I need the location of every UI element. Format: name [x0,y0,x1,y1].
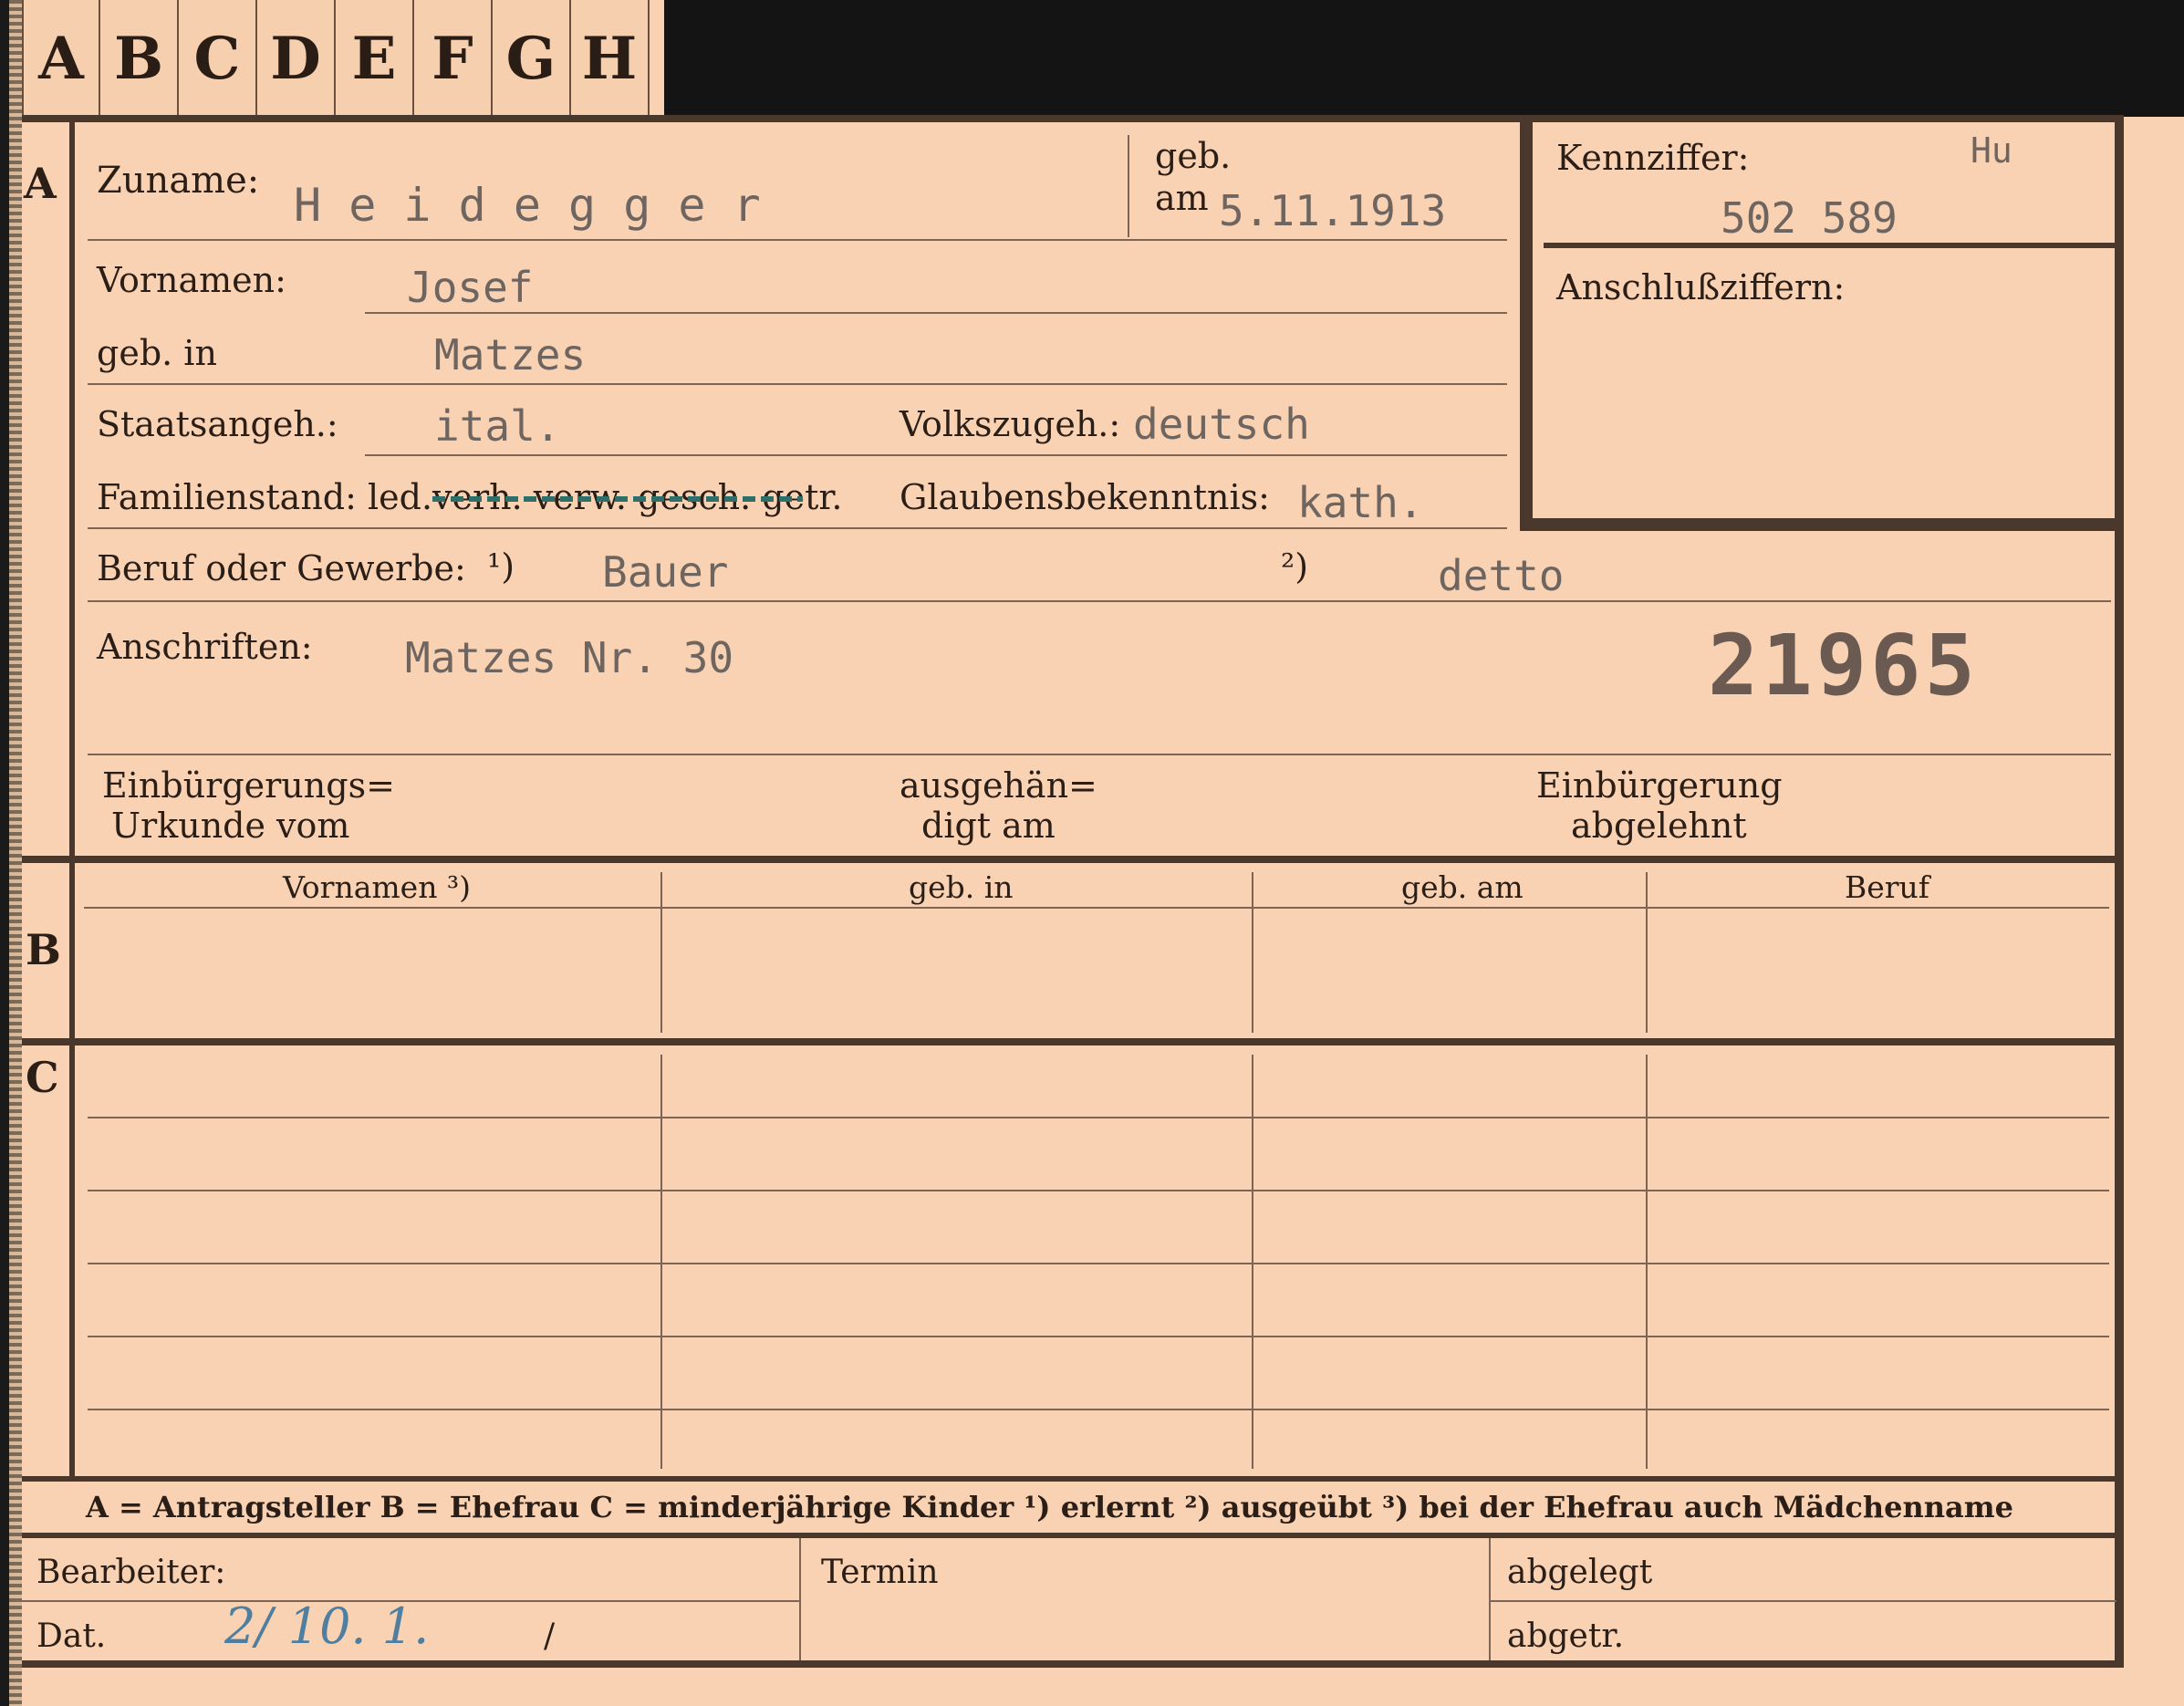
kennziffer-box-bottom [1520,518,2118,531]
dat-slash: / [544,1618,556,1655]
line-familienstand [88,527,1507,529]
volkszugeh-label: Volkszugeh.: [900,404,1121,444]
line-vornamen [365,312,1507,314]
dat-label: Dat. [36,1618,107,1655]
anschriften-label: Anschriften: [97,627,313,667]
row-line-c1 [88,1117,2109,1118]
termin-label: Termin [821,1554,939,1591]
am-label: am [1155,178,1209,218]
section-c-bottom [22,1476,2120,1482]
zuname-label: Zuname: [97,160,260,202]
abgelegt-label: abgelegt [1507,1554,1653,1591]
glaubens-label: Glaubensbekenntnis: [900,477,1270,517]
beruf-mark-2: ²) [1281,546,1309,587]
beruf-value-1[interactable]: Bauer [602,551,728,593]
staatsangeh-label: Staatsangeh.: [97,404,338,444]
section-b-marker: B [26,925,61,974]
col-divider-b3 [1646,872,1648,1033]
vornamen-value[interactable]: Josef [407,266,533,308]
frame-bottom [22,1660,2124,1668]
section-a-bottom [22,856,2120,863]
section-a-marker: A [24,159,57,208]
footer-row-line-right [1491,1600,2116,1602]
stamp-number: 21965 [1708,617,1979,714]
tab-h[interactable]: H [571,0,650,117]
row-line-c4 [88,1336,2109,1337]
left-binding-edge [9,0,22,1706]
geb-in-value[interactable]: Matzes [434,334,586,376]
einb-urkunde-line2: Urkunde vom [111,806,350,846]
familienstand-strikeout [432,496,803,502]
abgetr-label: abgetr. [1507,1618,1625,1655]
section-b-bottom [22,1038,2120,1045]
zuname-value[interactable]: H e i d e g g e r [294,182,761,228]
header-geb-in: geb. in [909,869,1014,905]
kennziffer-box-divider [1544,243,2115,248]
staatsangeh-value[interactable]: ital. [434,405,560,447]
ausgehaendigt-line1: ausgehän= [900,765,1097,806]
header-geb-am: geb. am [1401,869,1524,905]
einb-urkunde-line1: Einbürgerungs= [102,765,395,806]
tab-g[interactable]: G [493,0,571,117]
ausgehaendigt-line2: digt am [921,806,1056,846]
kennziffer-box-left [1520,122,1533,531]
header-underline [84,907,2109,909]
beruf-label: Beruf oder Gewerbe: [97,548,466,588]
tab-c[interactable]: C [179,0,257,117]
tab-f[interactable]: F [414,0,493,117]
beruf-mark-1: ¹) [487,546,515,587]
frame-top [22,115,2120,122]
volkszugeh-value[interactable]: deutsch [1133,403,1310,445]
line-staatsangeh [365,454,1507,456]
legend-bottom [22,1533,2120,1538]
footer-divider-2 [1489,1538,1491,1660]
row-line-c5 [88,1409,2109,1410]
section-b-left-line [69,863,75,1038]
line-beruf [88,600,2111,602]
geb-label: geb. [1155,136,1232,176]
line-geb-in [88,383,1507,385]
col-divider-b2 [1252,872,1253,1033]
kennziffer-value[interactable]: 502 589 [1721,197,1898,239]
line-anschriften [88,754,2111,755]
footer-divider-1 [799,1538,801,1660]
top-dark-band [664,0,2184,117]
vornamen-label: Vornamen: [97,260,286,300]
einb-abgelehnt-line2: abgelehnt [1571,806,1747,846]
letter-tabs: A B C D E F G H [22,0,650,117]
glaubens-value[interactable]: kath. [1297,482,1423,524]
anschriften-value[interactable]: Matzes Nr. 30 [405,637,733,679]
einb-abgelehnt-line1: Einbürgerung [1536,765,1783,806]
kennziffer-note: Hu [1971,130,2012,171]
row-line-c2 [88,1190,2109,1191]
familienstand-label: Familienstand: led. [97,477,433,517]
tab-b[interactable]: B [100,0,179,117]
dat-handwritten-value[interactable]: 2/ 10. 1. [224,1602,429,1651]
beruf-value-2[interactable]: detto [1438,555,1564,597]
frame-right [2115,115,2124,1666]
header-vornamen: Vornamen ³) [283,869,472,905]
section-c-left-line [69,1045,75,1472]
header-beruf: Beruf [1845,869,1930,905]
tab-d[interactable]: D [257,0,336,117]
tab-e[interactable]: E [336,0,414,117]
row-line-c3 [88,1263,2109,1264]
index-card [9,0,2184,1706]
geb-in-label: geb. in [97,333,217,373]
bearbeiter-label: Bearbeiter: [36,1554,226,1591]
zuname-divider [1128,135,1129,237]
geb-am-value[interactable]: 5.11.1913 [1219,190,1446,232]
anschluss-label: Anschlußziffern: [1556,267,1846,307]
kennziffer-label: Kennziffer: [1556,138,1750,178]
col-divider-b1 [660,872,662,1033]
section-c-marker: C [26,1053,59,1102]
legend: A = Antragsteller B = Ehefrau C = minder… [86,1490,2013,1524]
line-zuname [88,239,1507,241]
tab-a[interactable]: A [22,0,100,117]
